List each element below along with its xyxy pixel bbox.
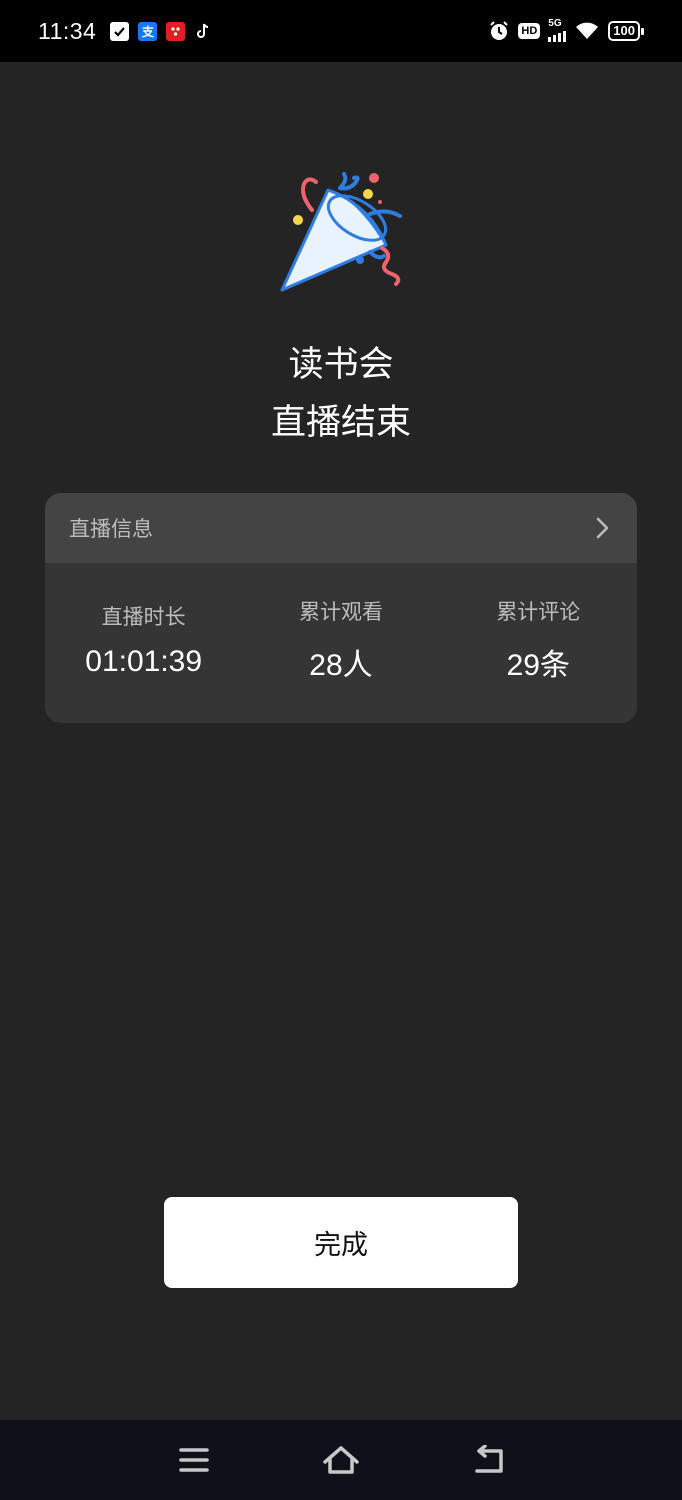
live-stats: 直播时长 01:01:39 累计观看 28人 累计评论 29条	[45, 563, 637, 723]
live-info-header[interactable]: 直播信息	[45, 493, 637, 563]
navigation-bar	[0, 1420, 682, 1500]
stat-viewers: 累计观看 28人	[242, 600, 439, 684]
stat-value: 01:01:39	[85, 645, 203, 678]
stat-duration: 直播时长 01:01:39	[45, 605, 242, 679]
stat-value: 29条	[506, 649, 570, 682]
system-status-icons: HD 5G 100	[488, 18, 644, 42]
status-bar: 11:34 支 HD 5G 100	[0, 0, 682, 62]
check-app-icon	[110, 21, 130, 41]
tiktok-icon	[194, 21, 214, 41]
stat-label: 累计评论	[496, 600, 581, 624]
stat-label: 累计观看	[298, 600, 383, 624]
hd-icon: HD	[518, 23, 541, 39]
red-app-icon	[166, 21, 186, 41]
menu-icon	[178, 1448, 209, 1472]
home-icon	[323, 1446, 359, 1474]
stat-value: 28人	[309, 649, 373, 682]
room-title: 读书会	[288, 345, 394, 385]
notification-icons: 支	[110, 21, 214, 41]
live-ended-title: 直播结束	[270, 403, 411, 443]
party-popper-icon	[280, 172, 402, 292]
battery-icon: 100	[608, 21, 644, 41]
status-time: 11:34	[38, 17, 97, 44]
alarm-icon	[490, 21, 509, 40]
battery-level: 100	[608, 21, 640, 41]
back-button[interactable]	[458, 1430, 518, 1490]
done-button[interactable]: 完成	[164, 1197, 518, 1288]
live-info-card: 直播信息 直播时长 01:01:39 累计观看 28人 累计评论 29条	[45, 493, 637, 723]
back-icon	[475, 1445, 504, 1473]
alipay-icon: 支	[138, 21, 158, 41]
stat-label: 直播时长	[101, 605, 186, 629]
network-type-label: 5G	[548, 18, 562, 29]
home-button[interactable]	[311, 1430, 371, 1490]
signal-icon: 5G	[548, 18, 567, 42]
menu-button[interactable]	[164, 1430, 224, 1490]
chevron-right-icon	[596, 517, 609, 539]
wifi-icon	[576, 22, 599, 39]
live-info-label: 直播信息	[69, 517, 153, 541]
stat-comments: 累计评论 29条	[440, 600, 637, 684]
live-ended-screen: 11:34 支 HD 5G 100 读书会 直播结束 直播信息 直播时长 01:…	[0, 0, 682, 1500]
